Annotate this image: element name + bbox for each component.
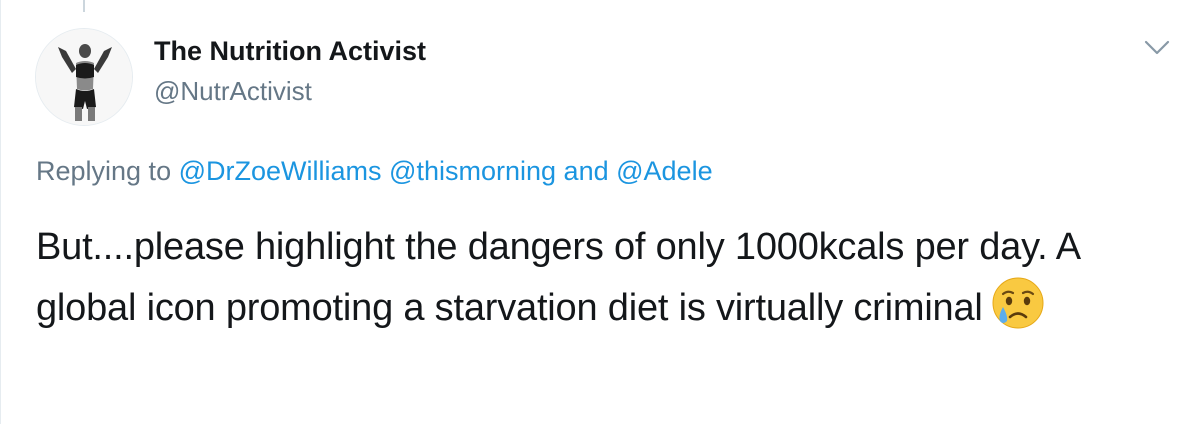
chevron-down-icon [1144, 40, 1170, 55]
tweet-text: But....please highlight the dangers of o… [36, 226, 1079, 329]
avatar[interactable] [35, 28, 133, 126]
tweet-card[interactable]: The Nutrition Activist @NutrActivist Rep… [0, 0, 1202, 424]
mention-link-thismorning[interactable]: @thismorning [389, 156, 556, 186]
reply-and-label[interactable]: and [564, 156, 609, 186]
crying-face-emoji-icon [991, 276, 1045, 347]
mention-link-drzoewilliams[interactable]: @DrZoeWilliams [179, 156, 382, 186]
tweet-body: But....please highlight the dangers of o… [36, 218, 1176, 347]
tweet-menu-button[interactable] [1139, 32, 1175, 64]
avatar-person-image [36, 29, 132, 125]
author-handle[interactable]: @NutrActivist [154, 76, 312, 107]
mention-link-adele[interactable]: @Adele [616, 156, 712, 186]
replying-to-label: Replying to [36, 156, 172, 186]
reply-context: Replying to @DrZoeWilliams @thismorning … [36, 156, 713, 187]
author-display-name[interactable]: The Nutrition Activist [154, 36, 426, 67]
thread-connector-line [83, 0, 85, 12]
